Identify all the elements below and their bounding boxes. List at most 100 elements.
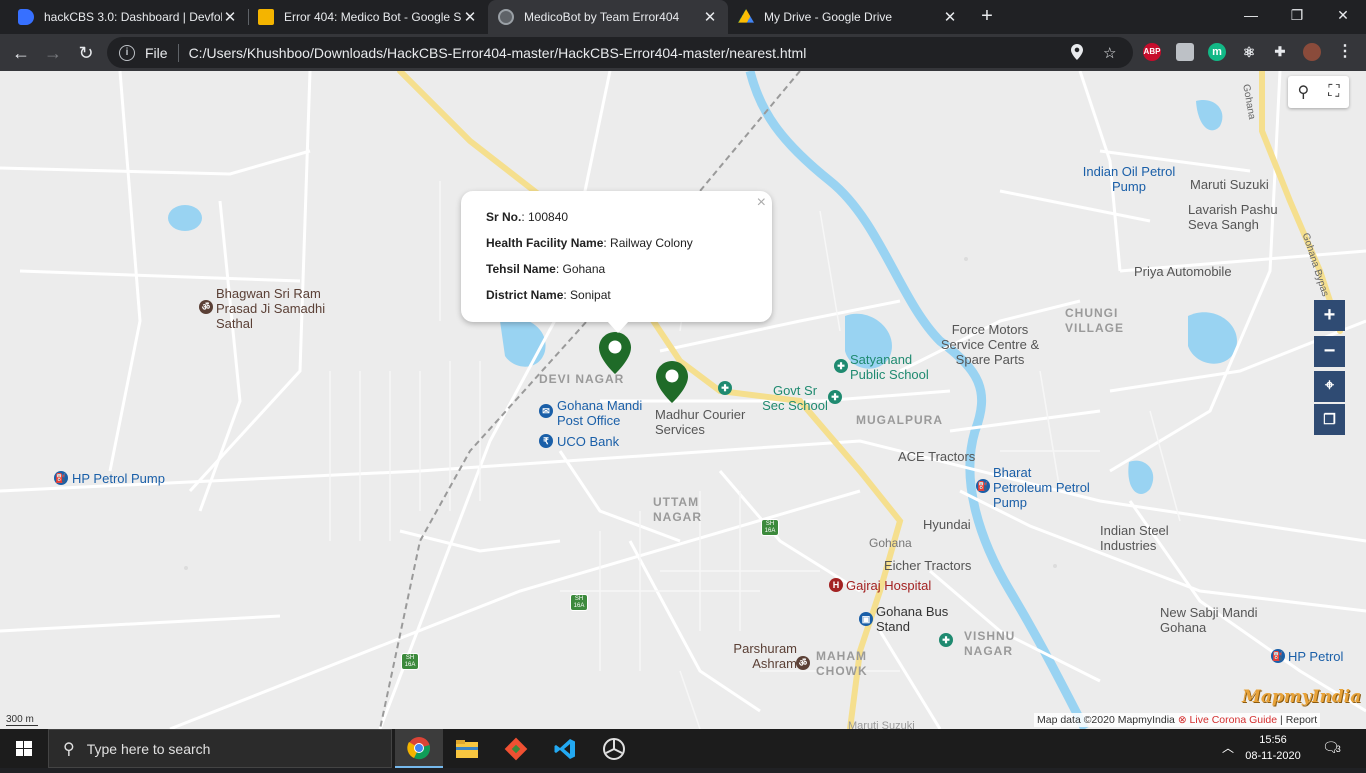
school-icon[interactable]: ✚ [718, 381, 732, 395]
poi-label[interactable]: Maruti Suzuki [848, 719, 915, 729]
map-canvas[interactable]: DEVI NAGAR MUGALPURA UTTAM NAGAR CHUNGI … [0, 71, 1366, 729]
tab-medicobot[interactable]: MedicoBot by Team Error404 ✕ [488, 0, 728, 34]
location-icon[interactable] [1071, 44, 1083, 64]
close-tab-icon[interactable]: ✕ [462, 8, 478, 26]
locate-me-button[interactable]: ⌖ [1314, 371, 1345, 402]
chrome-icon [407, 736, 430, 759]
bank-icon[interactable]: ₹ [539, 434, 553, 448]
area-label: CHUNGI VILLAGE [1065, 306, 1125, 335]
taskbar-search[interactable]: ⚲ Type here to search [48, 729, 392, 768]
temple-icon[interactable]: ॐ [199, 300, 213, 314]
forward-button[interactable]: → [40, 40, 66, 66]
report-link[interactable]: Report [1286, 714, 1318, 726]
info-icon[interactable]: i [119, 44, 135, 61]
reload-button[interactable]: ↻ [73, 40, 99, 66]
tab-slides[interactable]: Error 404: Medico Bot - Google S ✕ [248, 0, 488, 34]
hospital-icon[interactable]: H [829, 578, 843, 592]
zoom-out-button[interactable]: − [1314, 336, 1345, 367]
school-icon[interactable]: ✚ [828, 390, 842, 404]
close-window-button[interactable]: ✕ [1320, 0, 1366, 34]
m-extension-icon[interactable]: m [1208, 43, 1226, 61]
system-clock[interactable]: 15:56 08-11-2020 [1244, 732, 1302, 764]
poi-label[interactable]: ACE Tractors [898, 449, 975, 464]
puzzle-icon[interactable]: ✚ [1271, 43, 1289, 61]
clock-time: 15:56 [1259, 734, 1287, 746]
poi-label[interactable]: Satyanand Public School [850, 352, 940, 382]
layers-button[interactable]: ❐ [1314, 404, 1345, 435]
poi-label[interactable]: Maruti Suzuki [1190, 177, 1269, 192]
tab-drive[interactable]: My Drive - Google Drive ✕ [728, 0, 968, 34]
poi-label[interactable]: Lavarish Pashu Seva Sangh [1188, 202, 1288, 232]
notification-count: 3 [1335, 744, 1341, 754]
popup-value: : Gohana [555, 262, 606, 276]
git-icon [504, 737, 528, 760]
facility-marker[interactable] [599, 332, 631, 374]
poi-label[interactable]: Hyundai [923, 517, 971, 532]
start-button[interactable] [0, 729, 48, 768]
poi-label[interactable]: Gajraj Hospital [846, 578, 931, 593]
notification-center-icon[interactable]: 🗨3 [1322, 739, 1341, 756]
poi-label[interactable]: Priya Automobile [1134, 264, 1232, 279]
area-label: DEVI NAGAR [539, 372, 625, 386]
poi-label[interactable]: Force Motors Service Centre & Spare Part… [940, 322, 1040, 367]
close-tab-icon[interactable]: ✕ [702, 8, 718, 26]
fuel-icon[interactable]: ⛽ [1271, 649, 1285, 663]
poi-label[interactable]: HP Petrol Pump [72, 471, 165, 486]
school-icon[interactable]: ✚ [834, 359, 848, 373]
post-office-icon[interactable]: ✉ [539, 404, 553, 418]
poi-label[interactable]: Bharat Petroleum Petrol Pump [993, 465, 1093, 510]
bus-stop-icon[interactable]: ▣ [859, 612, 873, 626]
adblock-icon[interactable]: ABP [1143, 43, 1161, 61]
poi-label[interactable]: Indian Steel Industries [1100, 523, 1180, 553]
city-label[interactable]: Gohana [869, 536, 912, 551]
fullscreen-icon[interactable]: ⛶ [1328, 83, 1339, 101]
bookmark-star-icon[interactable]: ☆ [1103, 44, 1116, 62]
poi-label[interactable]: Indian Oil Petrol Pump [1079, 164, 1179, 194]
poi-label[interactable]: Parshuram Ashram [731, 641, 797, 671]
popup-row-tehsil: Tehsil Name: Gohana [486, 261, 747, 287]
area-label: MAHAM CHOWK [816, 649, 868, 678]
address-bar[interactable]: i File C:/Users/Khushboo/Downloads/HackC… [107, 37, 1133, 68]
new-tab-button[interactable]: + [976, 5, 998, 27]
school-icon[interactable]: ✚ [939, 633, 953, 647]
fuel-icon[interactable]: ⛽ [54, 471, 68, 485]
poi-label[interactable]: Gohana Mandi Post Office [557, 398, 652, 428]
chevron-up-icon[interactable]: ︿ [1222, 739, 1234, 756]
search-icon[interactable]: ⚲ [1298, 82, 1310, 102]
poi-label[interactable]: UCO Bank [557, 434, 619, 449]
unity-app-button[interactable] [590, 729, 638, 768]
poi-label[interactable]: Bhagwan Sri Ram Prasad Ji Samadhi Sathal [216, 286, 326, 331]
poi-label[interactable]: Gohana Bus Stand [876, 604, 956, 634]
browser-toolbar: ← → ↻ i File C:/Users/Khushboo/Downloads… [0, 34, 1366, 71]
back-button[interactable]: ← [8, 40, 34, 66]
tab-devfolio[interactable]: hackCBS 3.0: Dashboard | Devfoli ✕ [8, 0, 248, 34]
chrome-app-button[interactable] [395, 729, 443, 768]
vscode-app-button[interactable] [541, 729, 589, 768]
menu-kebab-icon[interactable]: ⋮ [1336, 43, 1354, 61]
url-text[interactable]: C:/Users/Khushboo/Downloads/HackCBS-Erro… [189, 45, 807, 61]
extension-square-icon[interactable] [1176, 43, 1194, 61]
close-icon[interactable]: × [757, 194, 766, 212]
close-tab-icon[interactable]: ✕ [222, 8, 238, 26]
react-devtools-icon[interactable]: ⚛ [1240, 43, 1258, 61]
highway-shield: SH 16A [401, 653, 419, 670]
close-tab-icon[interactable]: ✕ [942, 8, 958, 26]
divider [177, 43, 179, 62]
restore-button[interactable]: ❐ [1274, 0, 1320, 34]
file-explorer-app-button[interactable] [443, 729, 491, 768]
facility-marker[interactable] [656, 361, 688, 403]
folder-icon [456, 739, 478, 758]
git-app-button[interactable] [492, 729, 540, 768]
corona-guide-link[interactable]: ⊗ Live Corona Guide [1178, 714, 1277, 726]
poi-label[interactable]: Govt Sr Sec School [760, 383, 830, 413]
poi-label[interactable]: Eicher Tractors [884, 558, 971, 573]
attribution-text: Map data ©2020 MapmyIndia [1037, 714, 1175, 726]
avatar[interactable] [1303, 43, 1321, 61]
poi-label[interactable]: Madhur Courier Services [655, 407, 755, 437]
poi-label[interactable]: New Sabji Mandi Gohana [1160, 605, 1260, 635]
minimize-button[interactable]: — [1228, 0, 1274, 34]
fuel-icon[interactable]: ⛽ [976, 479, 990, 493]
zoom-in-button[interactable]: + [1314, 300, 1345, 331]
poi-label[interactable]: HP Petrol [1288, 649, 1343, 664]
temple-icon[interactable]: ॐ [796, 656, 810, 670]
